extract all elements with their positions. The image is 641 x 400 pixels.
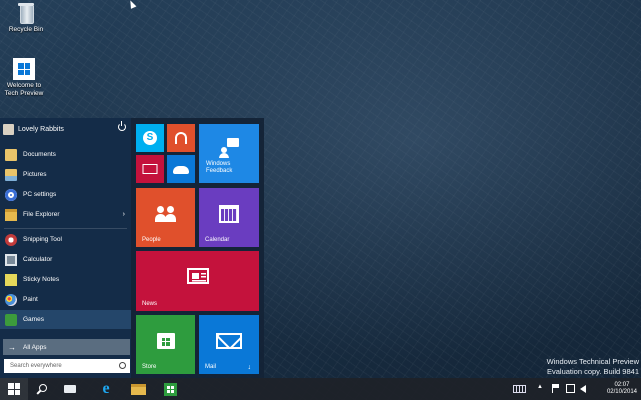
task-view-button[interactable] bbox=[56, 378, 84, 400]
mouse-cursor-icon bbox=[127, 0, 137, 9]
ie-button[interactable]: e bbox=[92, 378, 120, 400]
start-item-documents[interactable]: Documents bbox=[0, 145, 131, 164]
start-item-label: PC settings bbox=[23, 191, 57, 198]
show-hidden-icons-button[interactable]: ▲ bbox=[537, 384, 543, 390]
file-explorer-button[interactable] bbox=[124, 378, 152, 400]
start-item-snipping-tool[interactable]: Snipping Tool bbox=[0, 230, 131, 249]
chevron-right-icon[interactable]: › bbox=[123, 211, 125, 218]
welcome-tech-preview-icon[interactable]: Welcome to Tech Preview bbox=[0, 58, 48, 98]
tile-label: Windows Feedback bbox=[206, 161, 233, 174]
windows-logo-icon bbox=[8, 383, 20, 395]
keyboard-icon[interactable] bbox=[513, 385, 526, 393]
tile-label: Mail bbox=[205, 364, 217, 370]
tile-music[interactable] bbox=[167, 124, 195, 152]
tile-label: Calendar bbox=[205, 237, 230, 243]
feedback-icon bbox=[219, 137, 239, 158]
search-input[interactable]: Search everywhere bbox=[10, 363, 62, 369]
cloud-icon bbox=[173, 165, 189, 174]
start-menu: Lovely Rabbits Documents Pictures PC set… bbox=[0, 118, 264, 378]
folder-icon bbox=[130, 383, 146, 395]
tile-windows-feedback[interactable]: Windows Feedback bbox=[199, 124, 259, 183]
start-item-pc-settings[interactable]: PC settings bbox=[0, 185, 131, 204]
snipping-tool-icon bbox=[5, 233, 17, 246]
start-item-sticky-notes[interactable]: Sticky Notes bbox=[0, 270, 131, 289]
clock-date: 02/10/2014 bbox=[606, 389, 637, 395]
store-button[interactable] bbox=[156, 378, 184, 400]
video-icon bbox=[142, 164, 158, 174]
all-apps-button[interactable]: → All Apps bbox=[3, 339, 130, 355]
watermark-line-2: Evaluation copy. Build 9841 bbox=[546, 367, 639, 376]
tile-label: Store bbox=[142, 364, 157, 370]
recycle-bin-icon[interactable]: Recycle Bin bbox=[2, 2, 50, 34]
search-box[interactable]: Search everywhere bbox=[4, 359, 130, 373]
mail-icon bbox=[216, 332, 242, 349]
start-item-label: Documents bbox=[23, 151, 56, 158]
pictures-icon bbox=[5, 168, 17, 181]
search-icon bbox=[36, 384, 47, 394]
divider bbox=[4, 228, 127, 229]
calculator-icon bbox=[5, 253, 17, 266]
store-icon bbox=[156, 332, 175, 349]
start-item-label: Snipping Tool bbox=[23, 236, 62, 243]
start-item-paint[interactable]: Paint bbox=[0, 290, 131, 309]
search-icon bbox=[119, 362, 126, 369]
task-view-icon bbox=[64, 385, 76, 393]
start-item-games[interactable]: Games bbox=[0, 310, 131, 329]
user-name: Lovely Rabbits bbox=[18, 125, 64, 133]
internet-explorer-icon: e bbox=[102, 380, 110, 397]
trash-can-icon bbox=[17, 2, 35, 24]
start-menu-left-pane: Lovely Rabbits Documents Pictures PC set… bbox=[0, 118, 131, 378]
start-item-label: Games bbox=[23, 316, 44, 323]
tile-label: News bbox=[142, 301, 158, 307]
taskbar: e ▲ bbox=[0, 378, 641, 400]
recycle-bin-label: Recycle Bin bbox=[8, 26, 44, 33]
tile-onedrive[interactable] bbox=[167, 155, 195, 183]
user-account[interactable]: Lovely Rabbits bbox=[3, 122, 64, 136]
tile-mail[interactable]: Mail ↓ bbox=[199, 315, 259, 374]
games-icon bbox=[5, 313, 17, 326]
sticky-notes-icon bbox=[5, 273, 17, 286]
tile-label: People bbox=[142, 237, 161, 243]
news-icon bbox=[186, 268, 209, 285]
tile-news[interactable]: News bbox=[136, 251, 259, 311]
people-icon bbox=[154, 205, 177, 222]
start-item-label: File Explorer bbox=[23, 211, 60, 218]
start-button[interactable] bbox=[0, 378, 28, 400]
welcome-label: Welcome to Tech Preview bbox=[4, 82, 44, 97]
flag-icon[interactable] bbox=[552, 384, 560, 393]
headphones-icon bbox=[175, 132, 187, 144]
documents-icon bbox=[5, 148, 17, 161]
volume-icon[interactable] bbox=[580, 385, 586, 393]
power-icon[interactable] bbox=[118, 121, 126, 131]
folder-icon bbox=[5, 208, 17, 221]
start-item-label: Calculator bbox=[23, 256, 53, 263]
paint-icon bbox=[5, 293, 17, 306]
clock-time: 02:07 bbox=[614, 382, 630, 388]
clock[interactable]: 02:07 02/10/2014 bbox=[607, 382, 637, 396]
tile-people[interactable]: People bbox=[136, 188, 195, 247]
download-badge-icon: ↓ bbox=[247, 364, 252, 371]
windows-logo-icon bbox=[13, 58, 35, 80]
start-item-calculator[interactable]: Calculator bbox=[0, 250, 131, 269]
tile-skype[interactable]: S bbox=[136, 124, 164, 152]
tile-calendar[interactable]: Calendar bbox=[199, 188, 259, 247]
network-icon[interactable] bbox=[566, 384, 575, 393]
start-item-label: Paint bbox=[23, 296, 38, 303]
calendar-icon bbox=[219, 204, 239, 223]
avatar bbox=[3, 123, 14, 135]
start-item-file-explorer[interactable]: File Explorer › bbox=[0, 205, 131, 224]
store-icon bbox=[163, 382, 177, 396]
all-apps-label: All Apps bbox=[23, 343, 47, 351]
start-item-label: Sticky Notes bbox=[23, 276, 60, 283]
gear-icon bbox=[5, 188, 17, 201]
tile-video[interactable] bbox=[136, 155, 164, 183]
build-watermark: Windows Technical Preview Evaluation cop… bbox=[547, 357, 639, 377]
start-item-label: Pictures bbox=[23, 171, 47, 178]
watermark-line-1: Windows Technical Preview bbox=[546, 357, 639, 366]
skype-icon: S bbox=[143, 131, 157, 145]
search-button[interactable] bbox=[28, 378, 56, 400]
start-item-pictures[interactable]: Pictures bbox=[0, 165, 131, 184]
arrow-right-icon: → bbox=[8, 342, 16, 352]
tile-store[interactable]: Store bbox=[136, 315, 195, 374]
